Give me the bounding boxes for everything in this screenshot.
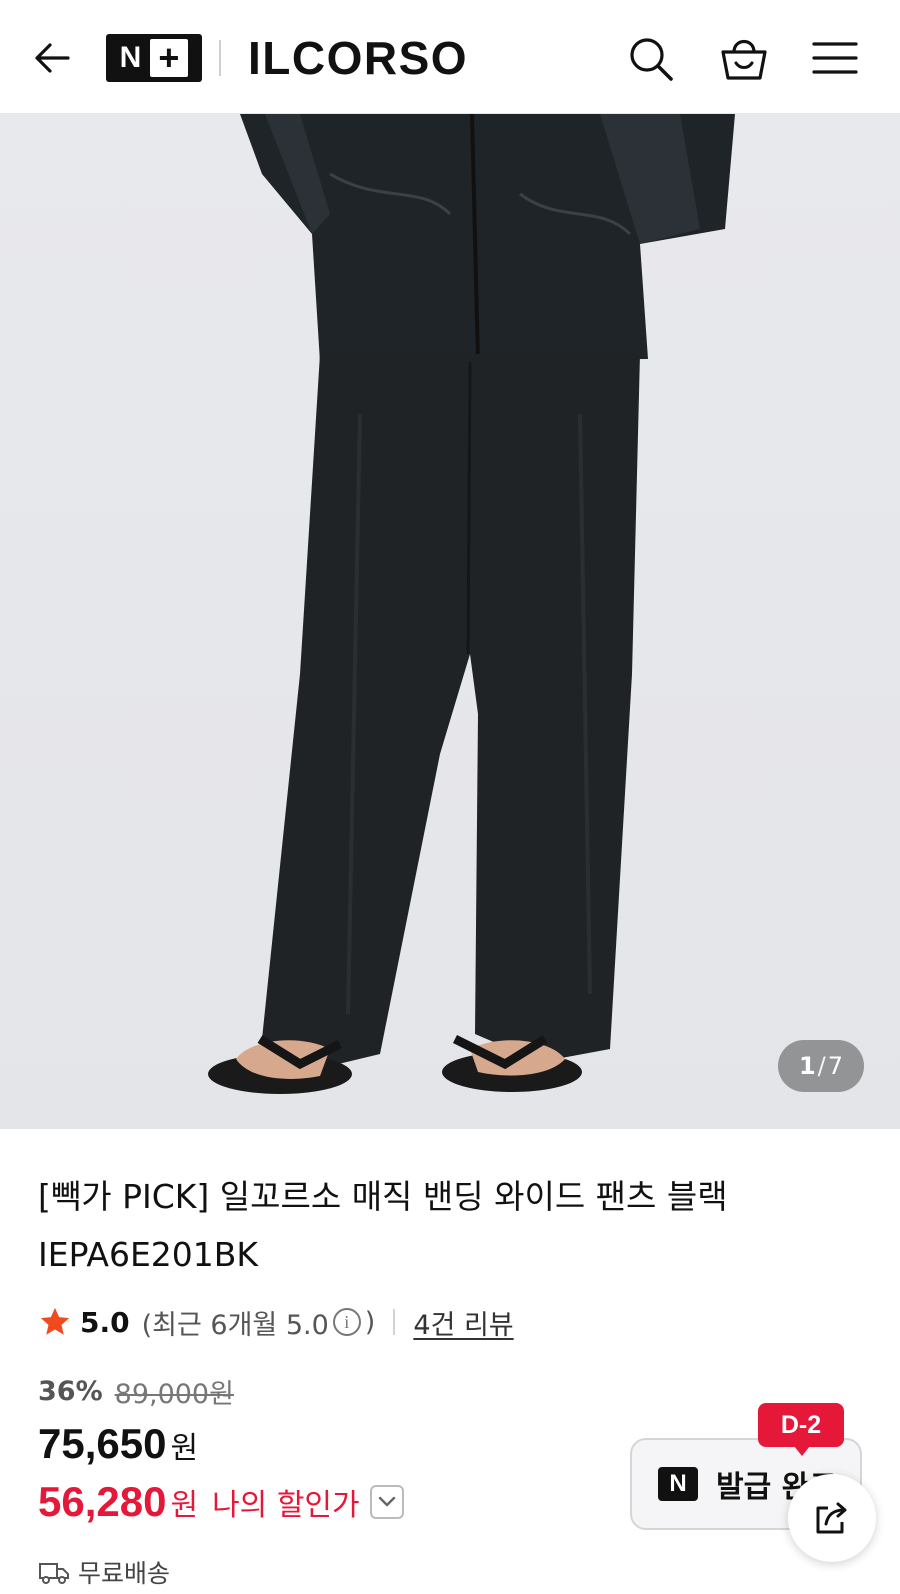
review-count-link[interactable]: 4건 리뷰 [413, 1303, 513, 1342]
search-icon[interactable] [626, 34, 676, 84]
recent-rating-close: ) [364, 1306, 376, 1338]
my-price-amount: 56,280 [38, 1478, 167, 1525]
shopping-bag-icon[interactable] [718, 32, 770, 84]
top-header: N + ILCORSO [0, 0, 900, 114]
arrow-left-icon[interactable] [30, 36, 74, 80]
product-image[interactable] [0, 114, 900, 1129]
discount-rate: 36% [38, 1376, 103, 1407]
recent-rating-text: (최근 6개월 5.0 [141, 1309, 329, 1341]
discount-row: 36% 89,000원 [38, 1372, 234, 1411]
sale-price-amount: 75,650 [38, 1420, 167, 1467]
my-price-label: 나의 할인가 [212, 1488, 360, 1523]
my-discount-price: 56,280 원 나의 할인가 [38, 1478, 404, 1526]
shipping-info: 무료배송 [38, 1554, 170, 1590]
naver-plus-logo[interactable]: N + [106, 34, 202, 82]
product-title: [빽가 PICK] 일꼬르소 매직 밴딩 와이드 팬츠 블랙 IEPA6E201… [38, 1177, 728, 1274]
header-divider [219, 40, 221, 76]
share-icon [816, 1502, 847, 1534]
image-current-index: 1 [798, 1052, 816, 1080]
image-index-separator: / [817, 1052, 826, 1080]
image-page-indicator: 1 / 7 [778, 1040, 864, 1092]
original-price: 89,000원 [114, 1379, 234, 1410]
image-total-count: 7 [827, 1052, 844, 1080]
info-icon[interactable]: i [332, 1308, 361, 1336]
chevron-down-icon[interactable] [369, 1485, 404, 1519]
brand-name[interactable]: ILCORSO [248, 30, 468, 86]
rating-row: 5.0 (최근 6개월 5.0 i ) 4건 리뷰 [38, 1302, 514, 1342]
product-photo-model [208, 114, 735, 1094]
hamburger-menu-icon[interactable] [810, 36, 860, 80]
logo-plus-sign: + [150, 39, 189, 77]
logo-n-letter: N [119, 41, 143, 74]
d-day-badge: D-2 [758, 1403, 844, 1456]
shipping-label: 무료배송 [78, 1559, 171, 1588]
share-button[interactable] [788, 1474, 876, 1562]
rating-divider [393, 1309, 396, 1335]
my-price-unit: 원 [170, 1488, 199, 1523]
sale-price-unit: 원 [170, 1431, 199, 1466]
star-icon [40, 1307, 70, 1335]
rating-score: 5.0 [80, 1305, 130, 1339]
sale-price: 75,650 원 [38, 1420, 198, 1468]
truck-icon [39, 1563, 69, 1584]
naver-n-icon: N [658, 1467, 698, 1501]
